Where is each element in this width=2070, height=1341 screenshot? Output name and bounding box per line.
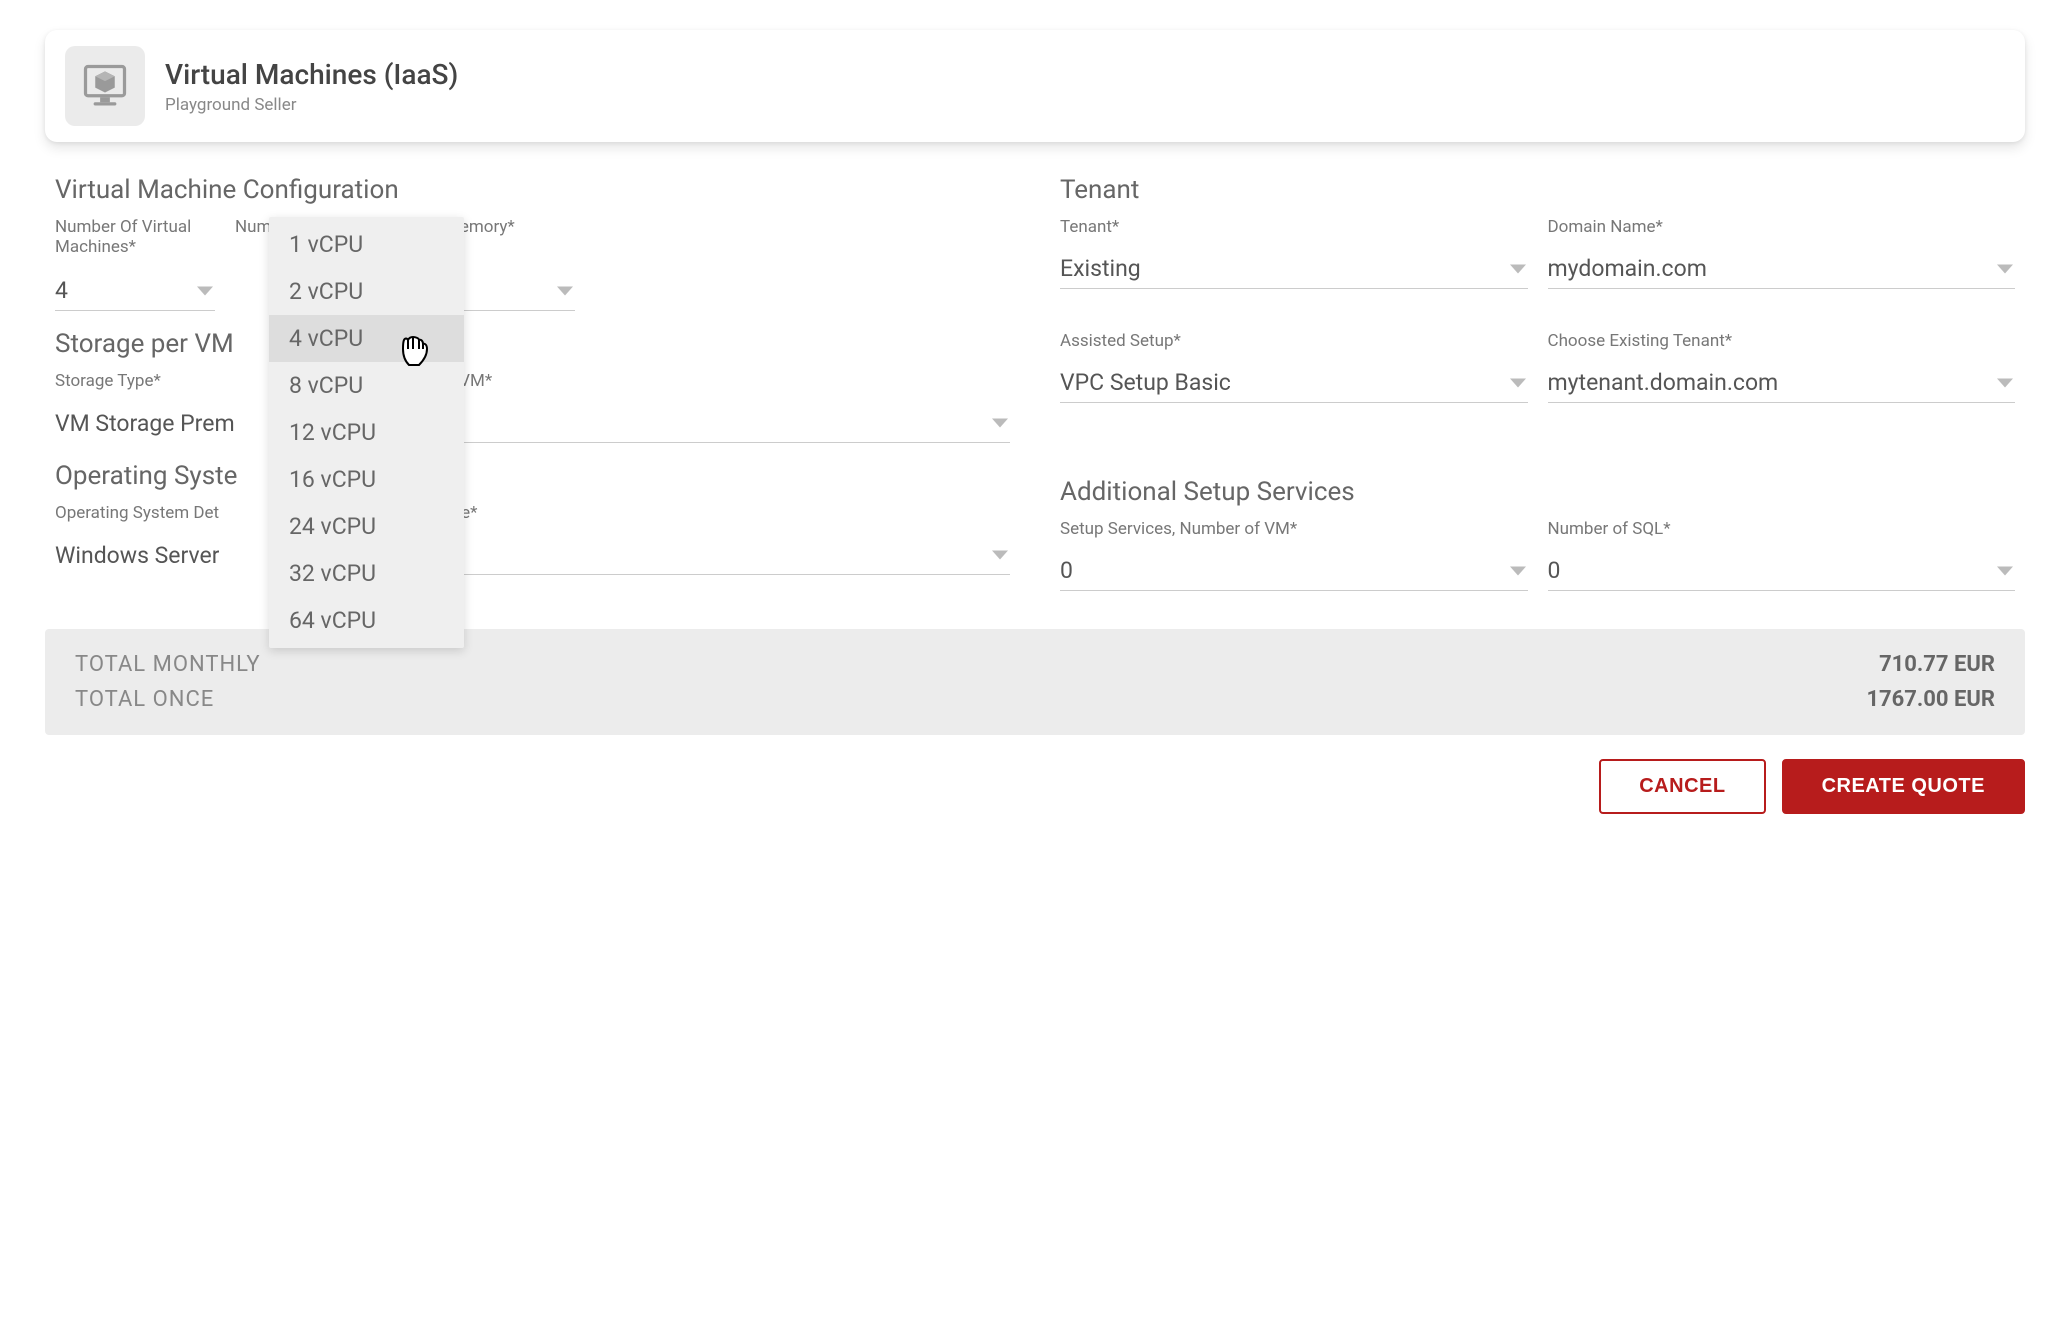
- dropdown-option[interactable]: 24 vCPU: [269, 503, 464, 550]
- product-header-text: Virtual Machines (IaaS) Playground Selle…: [165, 58, 458, 115]
- field-tenant: Tenant* Existing: [1060, 217, 1528, 289]
- field-assisted-setup: Assisted Setup* VPC Setup Basic: [1060, 331, 1528, 403]
- select-memory[interactable]: 4: [445, 271, 575, 311]
- select-assisted-setup[interactable]: VPC Setup Basic: [1060, 363, 1528, 403]
- create-quote-button[interactable]: CREATE QUOTE: [1782, 759, 2025, 814]
- field-memory: Memory* 4: [445, 217, 575, 311]
- chevron-down-icon: [1510, 566, 1526, 575]
- chevron-down-icon: [992, 418, 1008, 427]
- section-vmconfig-title: Virtual Machine Configuration: [55, 175, 1010, 205]
- dropdown-option-highlighted[interactable]: 4 vCPU: [269, 315, 464, 362]
- form-area: Virtual Machine Configuration Number Of …: [45, 167, 2025, 609]
- dropdown-option[interactable]: 1 vCPU: [269, 221, 464, 268]
- chevron-down-icon: [1997, 566, 2013, 575]
- label-os-details: Operating System Det: [55, 503, 265, 531]
- label-license: cense*: [425, 503, 1010, 531]
- select-storage-type[interactable]: VM Storage Prem: [55, 403, 265, 443]
- select-existing-tenant[interactable]: mytenant.domain.com: [1548, 363, 2016, 403]
- row-additional: Setup Services, Number of VM* 0 Number o…: [1060, 519, 2015, 591]
- product-title: Virtual Machines (IaaS): [165, 58, 458, 91]
- section-tenant-title: Tenant: [1060, 175, 2015, 205]
- label-assisted-setup: Assisted Setup*: [1060, 331, 1528, 359]
- chevron-down-icon: [992, 550, 1008, 559]
- cancel-button[interactable]: CANCEL: [1599, 759, 1765, 814]
- field-domain: Domain Name* mydomain.com: [1548, 217, 2016, 289]
- row-tenant-2: Assisted Setup* VPC Setup Basic Choose E…: [1060, 331, 2015, 403]
- select-num-vms[interactable]: 4: [55, 271, 215, 311]
- vm-icon: [65, 46, 145, 126]
- dropdown-option[interactable]: 64 vCPU: [269, 597, 464, 644]
- value-domain: mydomain.com: [1548, 255, 1707, 282]
- select-domain[interactable]: mydomain.com: [1548, 249, 2016, 289]
- label-existing-tenant: Choose Existing Tenant*: [1548, 331, 2016, 359]
- select-tenant[interactable]: Existing: [1060, 249, 1528, 289]
- select-storage-capacity[interactable]: [431, 403, 1010, 443]
- select-license[interactable]: [425, 535, 1010, 575]
- actions-row: CANCEL CREATE QUOTE: [45, 759, 2025, 814]
- left-column: Virtual Machine Configuration Number Of …: [55, 167, 1010, 609]
- row-tenant-1: Tenant* Existing Domain Name* mydomain.c…: [1060, 217, 2015, 289]
- value-setup-vms: 0: [1060, 557, 1073, 584]
- label-storage-capacity: per VM*: [431, 371, 1010, 399]
- row-storage: Storage Type* VM Storage Prem per VM*: [55, 371, 1010, 443]
- totals-once-label: TOTAL ONCE: [75, 687, 214, 712]
- chevron-down-icon: [197, 286, 213, 295]
- value-assisted-setup: VPC Setup Basic: [1060, 369, 1231, 396]
- section-storage-title: Storage per VM: [55, 329, 1010, 359]
- value-storage-type: VM Storage Prem: [55, 410, 235, 437]
- field-num-vms: Number Of Virtual Machines* 4: [55, 217, 215, 311]
- dropdown-vcpus[interactable]: 1 vCPU 2 vCPU 4 vCPU 8 vCPU 12 vCPU 16 v…: [269, 217, 464, 648]
- row-os: Operating System Det Windows Server cens…: [55, 503, 1010, 575]
- product-header-card: Virtual Machines (IaaS) Playground Selle…: [45, 30, 2025, 142]
- field-num-sql: Number of SQL* 0: [1548, 519, 2016, 591]
- totals-monthly-row: TOTAL MONTHLY 710.77 EUR: [75, 647, 1995, 682]
- totals-monthly-label: TOTAL MONTHLY: [75, 652, 261, 677]
- label-tenant: Tenant*: [1060, 217, 1528, 245]
- totals-monthly-value: 710.77 EUR: [1879, 652, 1995, 677]
- value-existing-tenant: mytenant.domain.com: [1548, 369, 1779, 396]
- product-subtitle: Playground Seller: [165, 95, 458, 115]
- dropdown-option[interactable]: 32 vCPU: [269, 550, 464, 597]
- totals-once-row: TOTAL ONCE 1767.00 EUR: [75, 682, 1995, 717]
- select-os-details[interactable]: Windows Server: [55, 535, 265, 575]
- field-existing-tenant: Choose Existing Tenant* mytenant.domain.…: [1548, 331, 2016, 403]
- select-num-sql[interactable]: 0: [1548, 551, 2016, 591]
- label-domain: Domain Name*: [1548, 217, 2016, 245]
- chevron-down-icon: [1997, 264, 2013, 273]
- dropdown-option[interactable]: 8 vCPU: [269, 362, 464, 409]
- right-column: Tenant Tenant* Existing Domain Name* myd…: [1060, 167, 2015, 609]
- label-storage-type: Storage Type*: [55, 371, 265, 399]
- section-os-title: Operating Syste: [55, 461, 1010, 491]
- value-os-details: Windows Server: [55, 542, 219, 569]
- row-vmconfig: Number Of Virtual Machines* 4 Number Of …: [55, 217, 1010, 311]
- section-additional-title: Additional Setup Services: [1060, 477, 2015, 507]
- chevron-down-icon: [557, 286, 573, 295]
- quote-configurator: Virtual Machines (IaaS) Playground Selle…: [15, 15, 2055, 844]
- dropdown-option[interactable]: 12 vCPU: [269, 409, 464, 456]
- chevron-down-icon: [1997, 378, 2013, 387]
- label-memory: Memory*: [445, 217, 575, 267]
- label-num-vms: Number Of Virtual Machines*: [55, 217, 215, 267]
- value-num-sql: 0: [1548, 557, 1561, 584]
- value-num-vms: 4: [55, 277, 68, 304]
- value-tenant: Existing: [1060, 255, 1141, 282]
- field-storage-type: Storage Type* VM Storage Prem: [55, 371, 265, 443]
- label-setup-vms: Setup Services, Number of VM*: [1060, 519, 1528, 547]
- field-setup-vms: Setup Services, Number of VM* 0: [1060, 519, 1528, 591]
- field-os-details: Operating System Det Windows Server: [55, 503, 265, 575]
- chevron-down-icon: [1510, 264, 1526, 273]
- chevron-down-icon: [1510, 378, 1526, 387]
- select-setup-vms[interactable]: 0: [1060, 551, 1528, 591]
- label-num-sql: Number of SQL*: [1548, 519, 2016, 547]
- dropdown-option[interactable]: 16 vCPU: [269, 456, 464, 503]
- dropdown-option[interactable]: 2 vCPU: [269, 268, 464, 315]
- totals-once-value: 1767.00 EUR: [1866, 687, 1995, 712]
